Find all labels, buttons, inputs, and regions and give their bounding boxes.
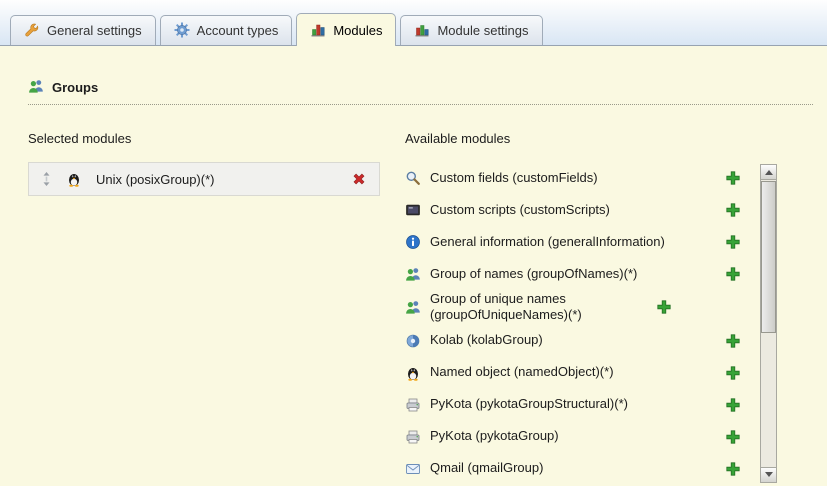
screen-icon	[405, 202, 423, 218]
available-modules-heading: Available modules	[405, 131, 777, 146]
gear-icon	[174, 22, 190, 38]
add-plus-icon[interactable]	[725, 333, 741, 349]
add-plus-icon[interactable]	[725, 202, 741, 218]
module-label: General information (generalInformation)	[430, 234, 725, 250]
tab-modules[interactable]: Modules	[296, 13, 396, 46]
module-label: Custom fields (customFields)	[430, 170, 725, 186]
scroll-up-icon[interactable]	[761, 165, 776, 180]
remove-icon[interactable]	[351, 171, 367, 187]
available-modules-list: Custom fields (customFields) Custom scri…	[405, 162, 777, 485]
module-label: Kolab (kolabGroup)	[430, 332, 725, 348]
move-updown-icon[interactable]	[41, 171, 52, 187]
tab-label: Account types	[197, 23, 279, 38]
section-header: Groups	[28, 78, 813, 105]
tux-icon	[66, 171, 82, 187]
section-title: Groups	[52, 80, 98, 95]
add-plus-icon[interactable]	[725, 170, 741, 186]
modules-panel: Selected modules Unix (posixGroup)(*) Av…	[28, 131, 813, 485]
tab-general-settings[interactable]: General settings	[10, 15, 156, 45]
module-label: Group of names (groupOfNames)(*)	[430, 266, 725, 282]
tab-label: General settings	[47, 23, 142, 38]
kolab-icon	[405, 333, 423, 349]
module-settings-icon	[414, 22, 430, 38]
tab-bar: General settings Account types Modules M…	[0, 0, 827, 46]
add-plus-icon[interactable]	[725, 461, 741, 477]
module-label: PyKota (pykotaGroupStructural)(*)	[430, 396, 725, 412]
module-label: Qmail (qmailGroup)	[430, 460, 725, 476]
add-plus-icon[interactable]	[725, 266, 741, 282]
modules-icon	[310, 22, 326, 38]
tab-label: Module settings	[437, 23, 528, 38]
tux-icon	[405, 365, 423, 381]
available-module-row: PyKota (pykotaGroupStructural)(*)	[405, 389, 747, 421]
add-plus-icon[interactable]	[725, 397, 741, 413]
magnifier-icon	[405, 170, 423, 186]
add-plus-icon[interactable]	[656, 299, 672, 315]
available-module-row: Custom scripts (customScripts)	[405, 194, 747, 226]
available-module-row: Group of names (groupOfNames)(*)	[405, 258, 747, 290]
available-module-row: PyKota (pykotaGroup)	[405, 421, 747, 453]
selected-module-row: Unix (posixGroup)(*)	[28, 162, 380, 196]
available-module-row: Named object (namedObject)(*)	[405, 357, 747, 389]
module-label: Custom scripts (customScripts)	[430, 202, 725, 218]
add-plus-icon[interactable]	[725, 365, 741, 381]
group-icon	[405, 266, 423, 282]
group-icon	[405, 299, 423, 315]
info-icon	[405, 234, 423, 250]
add-plus-icon[interactable]	[725, 429, 741, 445]
module-label: PyKota (pykotaGroup)	[430, 428, 725, 444]
selected-modules-column: Selected modules Unix (posixGroup)(*)	[28, 131, 380, 485]
printer-icon	[405, 397, 423, 413]
tab-module-settings[interactable]: Module settings	[400, 15, 542, 45]
tab-label: Modules	[333, 23, 382, 38]
available-module-row: Group of unique names (groupOfUniqueName…	[405, 290, 747, 325]
wrench-icon	[24, 22, 40, 38]
available-modules-column: Available modules Custom fields (customF…	[405, 131, 777, 485]
scrollbar-thumb[interactable]	[761, 181, 776, 333]
mail-icon	[405, 461, 423, 477]
scrollbar-track[interactable]	[760, 164, 777, 483]
module-label: Group of unique names (groupOfUniqueName…	[430, 291, 656, 324]
scroll-down-icon[interactable]	[761, 467, 776, 482]
available-module-row: Kolab (kolabGroup)	[405, 325, 747, 357]
available-module-row: General information (generalInformation)	[405, 226, 747, 258]
groups-icon	[28, 78, 44, 97]
module-label: Named object (namedObject)(*)	[430, 364, 725, 380]
tab-account-types[interactable]: Account types	[160, 15, 293, 45]
available-module-row: Qmail (qmailGroup)	[405, 453, 747, 485]
printer-icon	[405, 429, 423, 445]
selected-module-label: Unix (posixGroup)(*)	[96, 172, 351, 187]
add-plus-icon[interactable]	[725, 234, 741, 250]
available-module-row: Custom fields (customFields)	[405, 162, 747, 194]
selected-modules-heading: Selected modules	[28, 131, 380, 146]
